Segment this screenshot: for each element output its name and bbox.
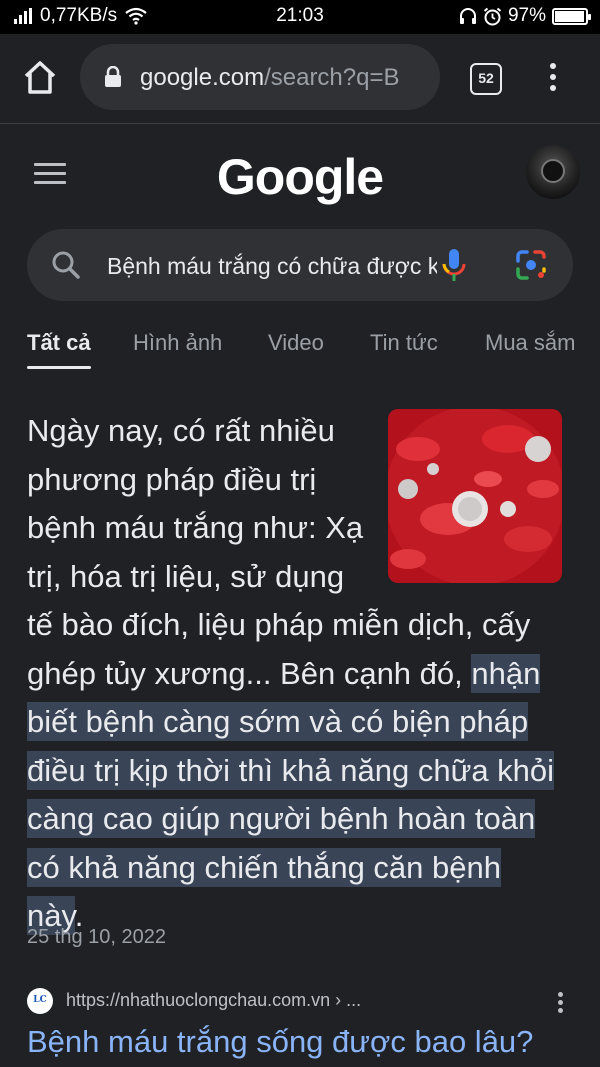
battery-icon (552, 7, 591, 25)
favicon-text: LC (33, 995, 47, 1005)
site-favicon[interactable]: LC (27, 988, 53, 1014)
avatar[interactable] (526, 145, 580, 199)
url-domain: google.com (140, 64, 265, 91)
search-query[interactable]: Bệnh máu trắng có chữa được không (107, 253, 437, 280)
mic-icon[interactable] (441, 247, 467, 283)
result-title-link[interactable]: Bệnh máu trắng sống được bao lâu? (27, 1024, 533, 1060)
tab-shopping[interactable]: Mua sắm (485, 330, 575, 356)
tab-switcher-button[interactable]: 52 (470, 63, 502, 95)
tab-news[interactable]: Tin tức (370, 330, 438, 356)
search-icon (52, 251, 80, 279)
lens-icon[interactable] (515, 249, 547, 281)
browser-toolbar: google.com/search?q=B 52 (0, 34, 600, 124)
url-text[interactable]: google.com/search?q=B (140, 64, 426, 92)
tab-video[interactable]: Video (268, 330, 324, 356)
status-bar: 0,77KB/s 21:03 97% (0, 0, 600, 34)
snippet-highlight: nhận biết bệnh càng sớm và có biện pháp … (27, 653, 555, 935)
featured-snippet: Ngày nay, có rất nhiều phương pháp điều … (27, 407, 562, 941)
url-bar[interactable]: google.com/search?q=B (80, 44, 440, 110)
result-url[interactable]: https://nhathuoclongchau.com.vn › ... (66, 990, 361, 1011)
tab-images[interactable]: Hình ảnh (133, 330, 222, 356)
snippet-thumbnail[interactable] (388, 409, 562, 583)
lock-icon[interactable] (104, 66, 122, 88)
tab-all[interactable]: Tất cả (27, 330, 91, 369)
battery-percent: 97% (507, 5, 546, 26)
url-path: /search?q=B (264, 64, 400, 91)
headphones-icon (459, 8, 476, 24)
alarm-icon (483, 7, 502, 25)
more-vert-icon[interactable] (543, 60, 563, 100)
home-icon[interactable] (20, 58, 60, 98)
snippet-date: 25 thg 10, 2022 (27, 926, 167, 948)
search-input[interactable]: Bệnh máu trắng có chữa được không (27, 229, 573, 301)
search-tabs: Tất cả Hình ảnh Video Tin tức Mua sắm (0, 330, 600, 370)
google-logo[interactable]: Google (0, 148, 600, 206)
result-more-icon[interactable] (558, 992, 566, 1016)
